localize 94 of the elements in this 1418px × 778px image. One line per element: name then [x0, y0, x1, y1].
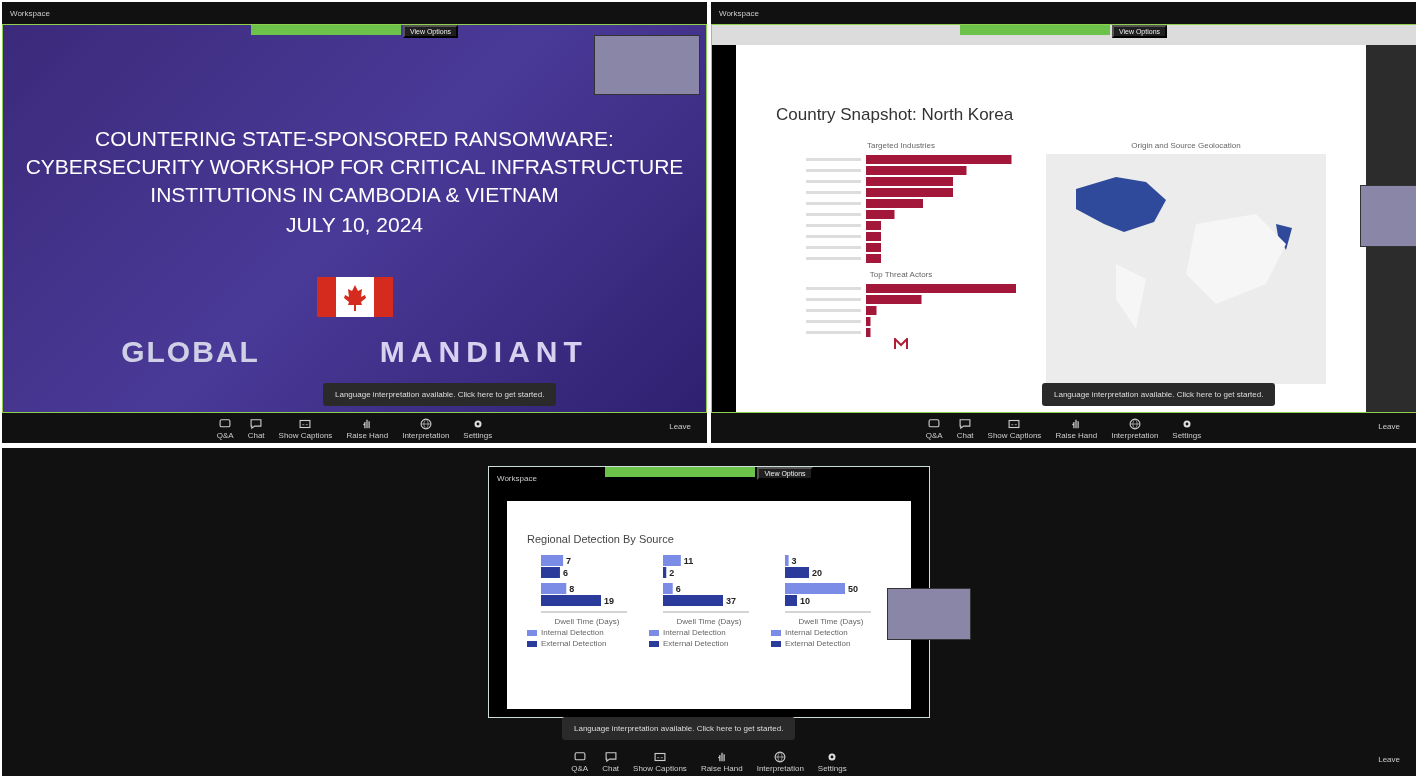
slide-title: INSTITUTIONS IN CAMBODIA & VIETNAM [150, 182, 559, 208]
chart-title: Origin and Source Geolocation [1131, 141, 1241, 150]
slide-date: JULY 10, 2024 [286, 213, 423, 237]
blurred-label [806, 320, 861, 323]
data-label: 8 [569, 584, 575, 594]
toolbar-button[interactable]: Q&A [571, 749, 589, 773]
chart-bar [866, 295, 922, 304]
logo-text: MANDIANT [379, 335, 588, 369]
logo-text: GLOBAL [121, 335, 260, 369]
legend-label: Internal Detection [663, 628, 726, 637]
data-label: 6 [675, 584, 681, 594]
slide-title: COUNTERING STATE-SPONSORED RANSOMWARE: [95, 126, 614, 152]
notice-tooltip[interactable]: Language interpretation available. Click here to get started. [1042, 383, 1276, 406]
blurred-label [806, 180, 861, 183]
globe-icon [418, 416, 433, 431]
blurred-label [806, 257, 861, 260]
chart-bar [866, 232, 881, 241]
data-label: 11 [683, 556, 694, 566]
chart-bar [866, 199, 923, 208]
blurred-label [806, 235, 861, 238]
chart-bar [866, 221, 881, 230]
axis-title: Dwell Time (Days) [675, 617, 743, 626]
toolbar-button[interactable]: Interpretation [756, 749, 804, 773]
blurred-label [806, 331, 861, 334]
axis-title: Dwell Time (Days) [797, 617, 865, 626]
app-title: Workspace [10, 8, 50, 18]
toolbar-button[interactable]: Show Captions [278, 416, 333, 440]
data-label: 6 [562, 568, 568, 578]
legend-label: Internal Detection [541, 628, 604, 637]
data-label: 50 [848, 584, 858, 594]
toolbar-button[interactable]: Interpretation [402, 416, 450, 440]
toolbar-button[interactable]: Settings [463, 416, 493, 440]
toolbar-button[interactable]: Q&A [216, 416, 234, 440]
legend-label: External Detection [663, 639, 729, 648]
blurred-label [806, 169, 861, 172]
logo-icon [894, 338, 908, 352]
data-label: 10 [800, 596, 810, 606]
chat-icon [603, 749, 618, 764]
chart-bar [866, 243, 881, 252]
data-label: 19 [604, 596, 614, 606]
toolbar-button[interactable]: Show Captions [633, 749, 687, 773]
chat-icon [249, 416, 264, 431]
leave-button[interactable]: Leave [1372, 754, 1406, 765]
chart-bar [541, 555, 564, 566]
chart-bar [866, 317, 871, 326]
toolbar-button[interactable]: Chat [247, 416, 265, 440]
legend-label: Internal Detection [785, 628, 848, 637]
chart-bar [866, 210, 895, 219]
toolbar-button[interactable]: Interpretation [1111, 416, 1159, 440]
toolbar-button[interactable]: Raise Hand [1055, 416, 1098, 440]
data-label: 20 [812, 568, 822, 578]
leave-button[interactable]: Leave [663, 421, 697, 432]
legend-label: External Detection [541, 639, 607, 648]
app-title: Workspace [719, 8, 759, 18]
toolbar-button[interactable]: Chat [602, 749, 620, 773]
blurred-label [806, 202, 861, 205]
data-label: 2 [669, 568, 675, 578]
legend-label: External Detection [785, 639, 851, 648]
chart-title: Top Threat Actors [869, 270, 933, 279]
chart-title: Targeted Industries [866, 141, 935, 150]
leave-button[interactable]: Leave [1372, 421, 1406, 432]
notice-tooltip[interactable]: Language interpretation available. Click here to get started. [323, 383, 557, 406]
blurred-label [806, 298, 861, 301]
data-label: 3 [791, 556, 797, 566]
data-label: 7 [566, 556, 572, 566]
globe-icon [773, 749, 788, 764]
chart-bar [866, 306, 877, 315]
slide-title: CYBERSECURITY WORKSHOP FOR CRITICAL INFRASTRUCTURE [25, 154, 684, 180]
toolbar-button[interactable]: Settings [817, 749, 847, 773]
chart-bar [866, 254, 881, 263]
blurred-label [806, 246, 861, 249]
blurred-label [806, 287, 861, 290]
toolbar-button[interactable]: Raise Hand [346, 416, 389, 440]
notice-tooltip[interactable]: Language interpretation available. Click here to get started. [562, 717, 796, 740]
blurred-label [806, 213, 861, 216]
blurred-label [806, 191, 861, 194]
app-title: Workspace [497, 473, 537, 483]
chat-icon [958, 416, 973, 431]
globe-icon [1127, 416, 1142, 431]
chart-bar [866, 328, 871, 337]
slide-title: Country Snapshot: North Korea [776, 105, 1015, 125]
toolbar-button[interactable]: Raise Hand [700, 749, 743, 773]
data-label: 37 [726, 596, 736, 606]
slide-title: Regional Detection By Source [527, 533, 675, 545]
axis-title: Dwell Time (Days) [553, 617, 621, 626]
toolbar-button[interactable]: Q&A [925, 416, 943, 440]
chart-bar [541, 567, 560, 578]
toolbar-button[interactable]: Show Captions [987, 416, 1042, 440]
blurred-label [806, 309, 861, 312]
flag-icon [316, 277, 393, 317]
blurred-label [806, 224, 861, 227]
blurred-label [806, 158, 861, 161]
toolbar-button[interactable]: Chat [956, 416, 974, 440]
toolbar-button[interactable]: Settings [1172, 416, 1202, 440]
